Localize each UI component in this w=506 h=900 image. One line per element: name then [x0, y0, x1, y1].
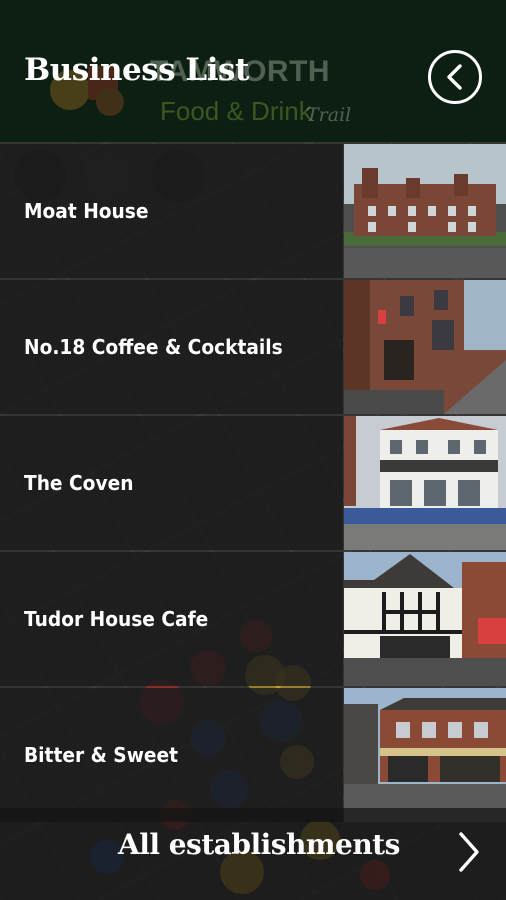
back-circle-icon — [447, 64, 462, 90]
business-photo — [344, 144, 506, 278]
list-item[interactable]: Tudor House Cafe — [0, 552, 506, 686]
list-item[interactable]: The Coven — [0, 416, 506, 550]
business-photo — [344, 280, 506, 414]
list-item[interactable]: Moat House — [0, 144, 506, 278]
back-button[interactable] — [428, 50, 482, 104]
business-name: Bitter & Sweet — [24, 743, 179, 767]
all-establishments-label: All establishments — [118, 828, 400, 861]
brand-trail: Trail — [306, 104, 352, 126]
business-name: Moat House — [24, 199, 149, 223]
business-name: No.18 Coffee & Cocktails — [24, 335, 283, 359]
chevron-right-icon — [459, 832, 479, 872]
list-item[interactable]: Bitter & Sweet — [0, 688, 506, 822]
business-photo — [344, 416, 506, 550]
business-list: Moat House No.18 Coffee & Cocktails The … — [0, 144, 506, 824]
all-establishments-button[interactable]: All establishments — [0, 808, 506, 900]
business-photo — [344, 688, 506, 822]
business-name: The Coven — [24, 471, 134, 495]
page-title: Business List — [24, 52, 249, 88]
brand-subtitle: Food & Drink — [160, 96, 312, 126]
list-item[interactable]: No.18 Coffee & Cocktails — [0, 280, 506, 414]
business-photo — [344, 552, 506, 686]
app-header: TAMWORTH Food & Drink Trail Business Lis… — [0, 0, 506, 142]
business-name: Tudor House Cafe — [24, 607, 209, 631]
